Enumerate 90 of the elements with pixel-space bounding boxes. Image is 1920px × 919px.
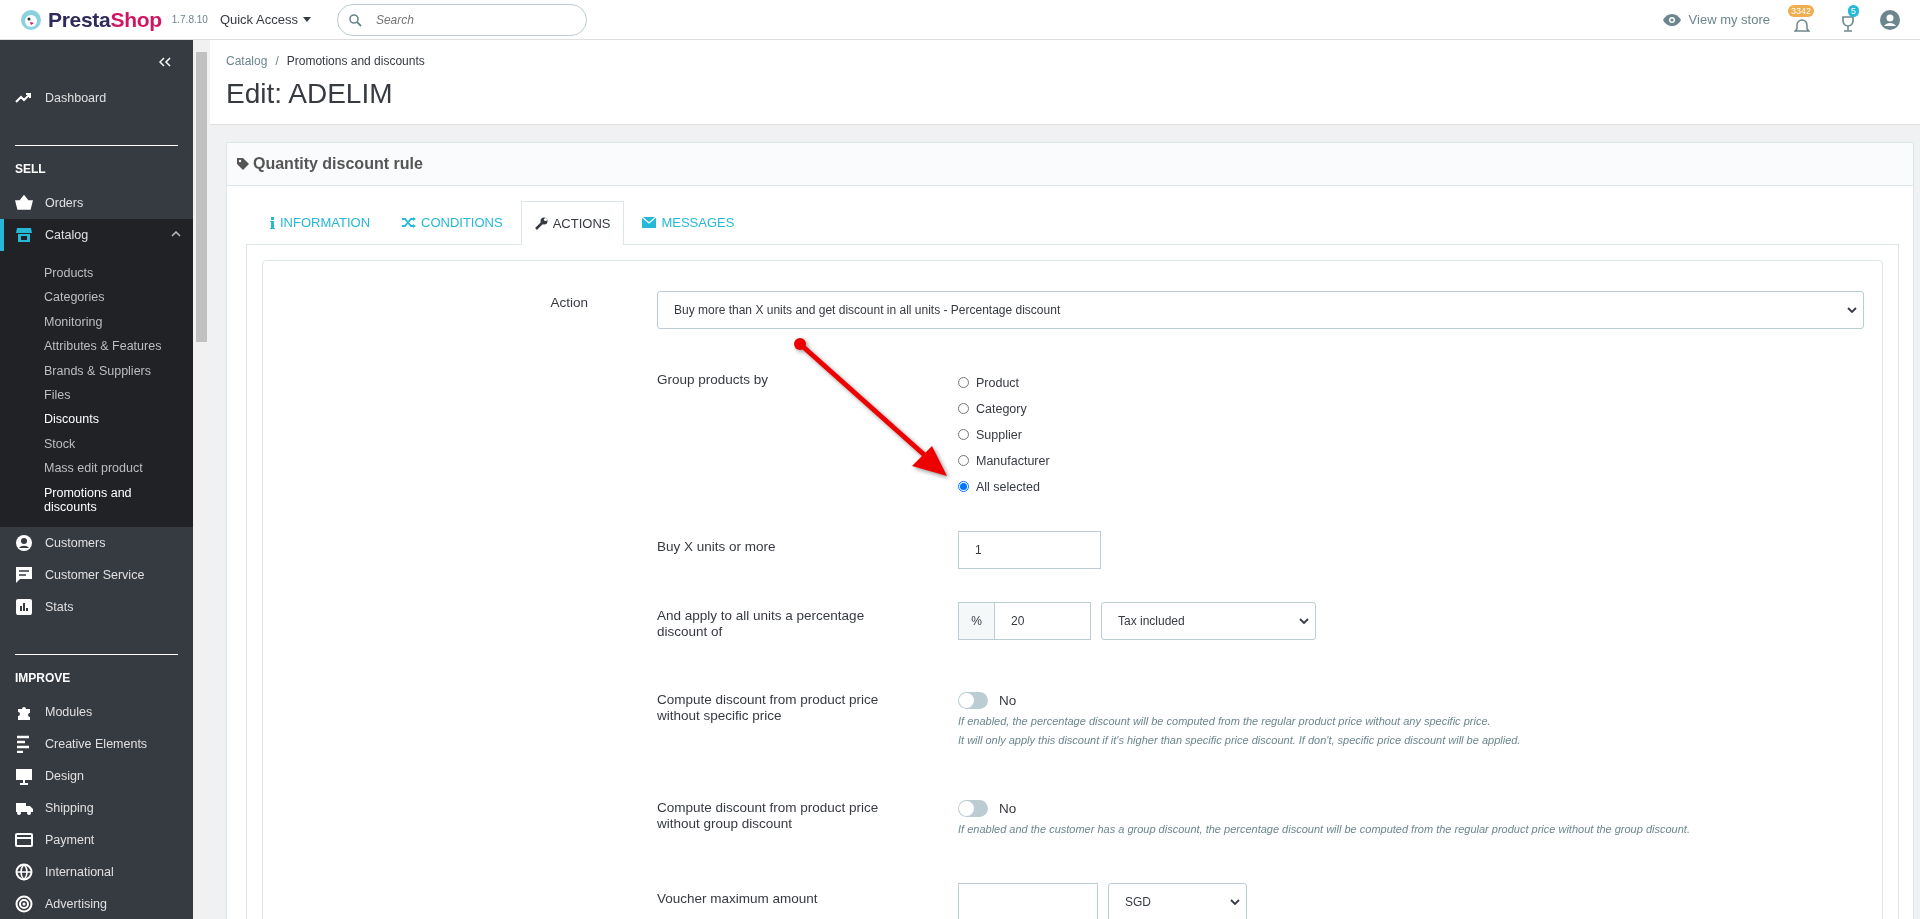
field-label: Buy X units or more [657,538,777,555]
notification-badge: 3342 [1788,4,1815,17]
currency-select[interactable]: SGD [1108,883,1247,919]
toggle-switch[interactable] [958,800,988,817]
field-label: Group products by [657,372,770,388]
user-avatar-icon[interactable] [1880,9,1900,30]
wrench-icon [534,217,548,230]
field-label: And apply to all units a percentage discount of [657,607,866,640]
search-field[interactable]: Search [336,3,587,36]
submenu-item[interactable]: Monitoring [0,309,193,335]
field-label: Compute discount from product price without specific price [657,692,880,724]
sidebar-item[interactable]: Customer Service [0,559,193,592]
percent-addon: % [958,602,994,640]
trophy-icon[interactable] [1840,14,1856,33]
page-title: Edit: ADELIM [226,78,394,110]
view-store-link[interactable]: View my store [1662,12,1770,27]
sidebar-item[interactable]: Catalog [0,219,193,251]
envelope-icon [642,217,657,228]
radio-option[interactable]: Supplier [958,424,1864,445]
tab[interactable]: ACTIONS [520,201,625,245]
caret-icon [1847,307,1857,313]
sidebar-item[interactable]: Modules [0,696,193,729]
sidebar-item[interactable]: Stats [0,591,193,624]
card-icon [15,831,33,850]
radio-option[interactable]: All selected [958,476,1864,497]
submenu-item[interactable]: Attributes & Features [0,334,193,359]
amount-input[interactable] [958,883,1098,919]
help-text: If enabled, the percentage discount will be computed from the regular product price without any specific price. [958,714,1492,729]
eye-icon [1662,13,1681,26]
globe-icon [15,863,33,882]
search-icon [348,13,362,27]
submenu-item[interactable]: Mass edit product [0,456,193,481]
info-icon [270,216,275,229]
units-input[interactable]: 1 [958,531,1101,569]
action-select[interactable]: Buy more than X units and get discount in all units - Percentage discount [657,291,1864,329]
target-icon [15,895,33,914]
submenu-item[interactable]: Files [0,383,193,408]
quick-access-menu[interactable]: Quick Access [219,12,311,27]
percentage-input[interactable]: 20 [994,602,1091,640]
basket-icon [15,194,33,212]
brand-name: PrestaShop [48,7,162,32]
breadcrumb-item[interactable]: Catalog [226,54,268,68]
tax-select[interactable]: Tax included [1101,602,1316,640]
help-text: If enabled and the customer has a group discount, the percentage discount will be computed from the regular product price without the group discount. [958,822,1691,837]
chat-icon [15,566,33,585]
field-label: Compute discount from product price without group discount [657,800,880,832]
caret-icon [302,17,311,22]
sidebar-item[interactable]: Customers [0,527,193,560]
breadcrumb-separator: / [275,54,279,68]
field-label: Action [549,294,588,310]
sidebar-item[interactable]: Creative Elements [0,728,193,761]
submenu-item[interactable]: Promotions and discounts [0,480,193,520]
help-text: It will only apply this discount if it's higher than specific price discount. If don't, specific price discount will be applied. [958,733,1522,748]
chevron-icon[interactable] [171,231,181,237]
caret-icon [1299,618,1309,624]
bell-icon[interactable] [1794,18,1810,33]
radio-option[interactable]: Category [958,398,1864,419]
sidebar-item[interactable]: Design [0,760,193,793]
section-heading: SELL [15,145,178,187]
toggle-switch[interactable] [958,692,988,709]
sidebar-item[interactable]: Shipping [0,792,193,825]
shuffle-icon [402,217,417,228]
toggle-state: No [999,693,1017,708]
section-heading: IMPROVE [15,654,178,697]
logo-icon [20,8,42,31]
sidebar-item[interactable]: International [0,856,193,889]
version-label: 1.7.8.10 [171,14,208,25]
store-icon [15,226,33,244]
submenu-item[interactable]: Stock [0,431,193,457]
sidebar-item[interactable]: Payment [0,824,193,857]
submenu-item[interactable]: Discounts [0,407,193,432]
field-label: Voucher maximum amount [657,890,819,907]
sidebar-item[interactable]: Orders [0,187,193,219]
sidebar-item[interactable]: Dashboard [0,82,193,114]
submenu-item[interactable]: Brands & Suppliers [0,358,193,384]
notification-badge: 5 [1848,4,1859,17]
caret-icon [1230,899,1240,905]
radio-option[interactable]: Manufacturer [958,450,1864,471]
breadcrumb-item: Promotions and discounts [286,54,425,68]
sidebar-item[interactable]: Advertising [0,888,193,919]
submenu-item[interactable]: Categories [0,285,193,310]
submenu-item[interactable]: Products [0,261,193,286]
radio-option[interactable]: Product [958,372,1864,393]
person-icon [15,534,33,553]
toggle-state: No [999,801,1017,816]
tag-icon [237,158,249,170]
panel-title: Quantity discount rule [253,155,423,173]
monitor-icon [15,767,33,786]
bar-chart-icon [15,598,33,617]
collapse-icon[interactable] [159,57,171,67]
